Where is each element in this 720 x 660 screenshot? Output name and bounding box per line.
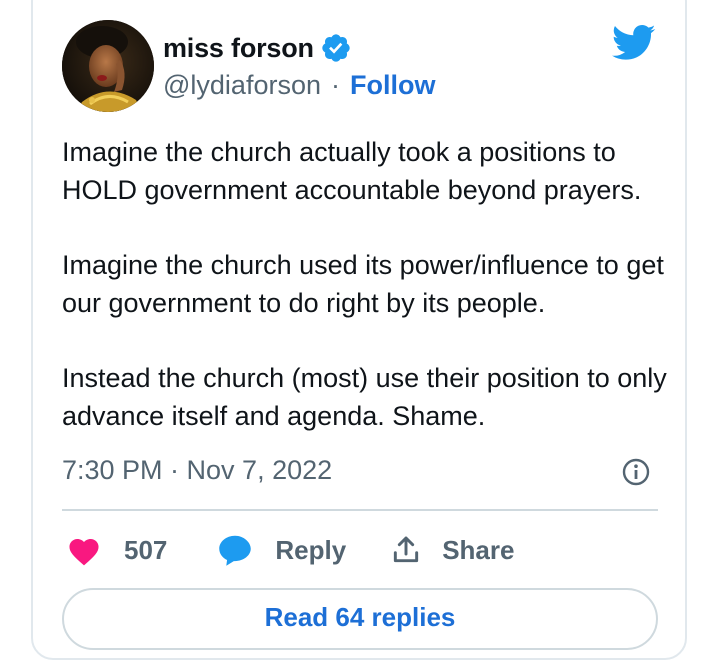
share-label: Share — [442, 534, 515, 565]
tweet-timestamp[interactable]: 7:30 PM · Nov 7, 2022 — [62, 455, 332, 486]
verified-badge-icon — [320, 32, 352, 64]
like-count: 507 — [124, 534, 168, 565]
read-replies-label: Read 64 replies — [264, 602, 456, 632]
author-handle-row: @lydiaforson · Follow — [163, 68, 435, 102]
heart-icon — [66, 534, 102, 566]
tweet-paragraph: Imagine the church actually took a posit… — [62, 137, 642, 205]
tweet-paragraph: Imagine the church used its power/influe… — [62, 250, 664, 318]
author-name-row: miss forson — [163, 30, 352, 66]
tweet-text: Imagine the church actually took a posit… — [62, 134, 682, 435]
share-icon — [390, 533, 422, 567]
read-replies-button[interactable]: Read 64 replies — [62, 588, 658, 650]
divider — [62, 509, 658, 511]
tweet-paragraph: Instead the church (most) use their posi… — [62, 363, 667, 431]
action-bar: 507 Reply Share — [66, 530, 514, 570]
reply-bubble-icon — [217, 533, 253, 567]
author-handle[interactable]: @lydiaforson — [163, 70, 321, 101]
share-button[interactable]: Share — [390, 533, 514, 567]
handle-separator: · — [330, 69, 340, 100]
twitter-bird-icon[interactable] — [612, 24, 656, 62]
author-name[interactable]: miss forson — [163, 33, 314, 64]
reply-label: Reply — [275, 534, 347, 565]
tweet-meta: 7:30 PM · Nov 7, 2022 — [62, 452, 658, 488]
follow-button[interactable]: Follow — [350, 70, 435, 101]
avatar[interactable] — [62, 20, 154, 112]
info-icon[interactable] — [622, 458, 650, 486]
reply-button[interactable]: Reply — [217, 533, 346, 567]
like-button[interactable]: 507 — [66, 534, 167, 566]
